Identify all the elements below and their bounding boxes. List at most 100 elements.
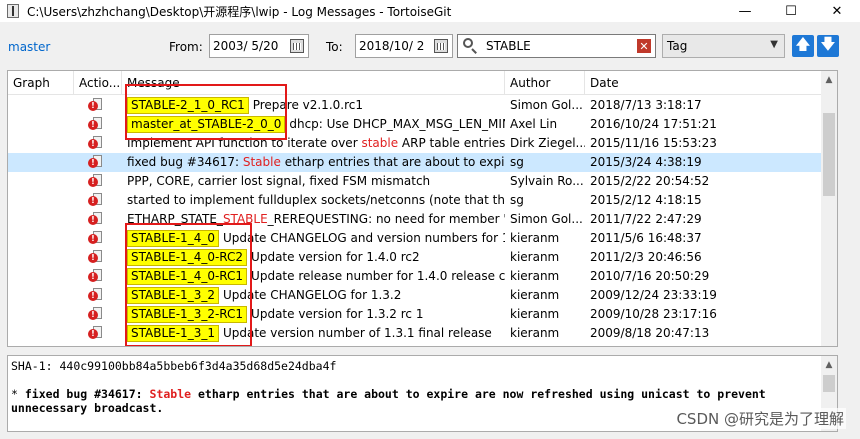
graph-cell [8, 267, 74, 286]
date-cell: 2015/2/22 20:54:52 [590, 174, 710, 188]
branch-link[interactable]: master [8, 40, 50, 54]
graph-cell [8, 324, 74, 343]
filter-field-select[interactable]: Tag ▼ [662, 34, 785, 58]
search-match: Stable [149, 387, 192, 401]
message-text: fixed bug #34617: [127, 155, 243, 169]
message-cell: STABLE-1_4_0-RC1 Update release number fo… [122, 267, 505, 286]
search-match: stable [361, 136, 399, 150]
message-line-2: unnecessary broadcast. [11, 401, 164, 415]
log-row[interactable]: ! PPP, CORE, carrier lost signal, fixed F… [8, 172, 822, 191]
log-row[interactable]: ! Implement API function to iterate over … [8, 134, 822, 153]
action-cell: ! [74, 191, 122, 210]
column-header-author[interactable]: Author [505, 71, 585, 95]
minimize-button[interactable]: — [722, 0, 768, 22]
from-label: From: [169, 40, 203, 54]
date-cell: 2010/7/16 20:50:29 [590, 269, 710, 283]
to-date-picker[interactable]: 2018/10/ 2 [355, 34, 453, 58]
maximize-button[interactable]: ☐ [768, 0, 814, 22]
message-text: dhcp: Use DHCP_MAX_MSG_LEN_MIN_R... [289, 117, 505, 131]
graph-cell [8, 172, 74, 191]
clear-search-icon[interactable]: ✕ [637, 39, 651, 53]
log-row[interactable]: ! STABLE-1_4_0-RC1 Update release number f… [8, 267, 822, 286]
arrow-down-button[interactable]: 🡇 [817, 35, 839, 57]
action-cell: ! [74, 172, 122, 191]
tag-label: STABLE-1_3_1 [127, 325, 219, 342]
graph-cell [8, 96, 74, 115]
log-row[interactable]: ! master_at_STABLE-2_0_0 dhcp: Use DHCP_MA… [8, 115, 822, 134]
message-cell: master_at_STABLE-2_0_0 dhcp: Use DHCP_MAX… [122, 115, 505, 134]
log-row[interactable]: ! STABLE-1_3_2-RC1 Update version for 1.3.… [8, 305, 822, 324]
arrow-up-button[interactable]: 🡅 [792, 35, 814, 57]
date-cell: 2009/12/24 23:33:19 [590, 288, 717, 302]
scrollbar-thumb[interactable] [823, 375, 835, 392]
search-input[interactable]: STABLE ✕ [457, 34, 656, 58]
date-cell: 2009/10/28 23:17:16 [590, 307, 717, 321]
date-cell: 2011/5/6 16:48:37 [590, 231, 702, 245]
author-cell: sg [510, 155, 524, 169]
date-cell: 2016/10/24 17:51:21 [590, 117, 717, 131]
author-cell: kieranm [510, 231, 560, 245]
scrollbar-thumb[interactable] [823, 113, 835, 196]
message-text: Prepare v2.1.0.rc1 [252, 98, 363, 112]
sha-value[interactable]: 440c99100bb84a5bbeb6f3d4a35d68d5e24dba4f [59, 359, 336, 373]
window-title: C:\Users\zhzhchang\Desktop\开源程序\lwip - L… [27, 4, 452, 19]
message-text: Update CHANGELOG for 1.3.2 [222, 288, 402, 302]
date-cell: 2018/7/13 3:18:17 [590, 98, 702, 112]
log-list-scrollbar[interactable]: ▲ [821, 71, 837, 346]
column-header-graph[interactable]: Graph [8, 71, 74, 95]
log-row[interactable]: ! STABLE-1_4_0-RC2 Update version for 1.4.… [8, 248, 822, 267]
log-row[interactable]: ! STABLE-1_3_1 Update version number of 1.… [8, 324, 822, 343]
close-button[interactable]: ✕ [814, 0, 860, 22]
message-cell: fixed bug #34617: Stable etharp entries … [122, 153, 505, 172]
calendar-icon[interactable] [434, 39, 448, 53]
chevron-down-icon: ▼ [770, 39, 778, 50]
author-cell: kieranm [510, 269, 560, 283]
search-match: STABLE [222, 212, 268, 226]
log-row[interactable]: ! fixed bug #34617: Stable etharp entries… [8, 153, 822, 172]
tag-label: STABLE-1_4_0 [127, 230, 219, 247]
log-row[interactable]: ! ETHARP_STATE_STABLE_REREQUESTING: no ne… [8, 210, 822, 229]
log-row[interactable]: ! STABLE-2_1_0_RC1 Prepare v2.1.0.rc1 Simon… [8, 96, 822, 115]
message-text: ETHARP_STATE_ [127, 212, 223, 226]
modified-file-icon: ! [88, 212, 103, 227]
column-header-actions[interactable]: Actio... [74, 71, 122, 95]
scroll-up-icon[interactable]: ▲ [821, 356, 837, 373]
tag-label: STABLE-1_3_2 [127, 287, 219, 304]
modified-file-icon: ! [88, 193, 103, 208]
message-text: _REREQUESTING: no need for member 'netif… [267, 212, 505, 226]
log-list-header: Graph Actio... Message Author Date [8, 71, 837, 95]
date-cell: 2009/8/18 20:47:13 [590, 326, 710, 340]
modified-file-icon: ! [88, 231, 103, 246]
filter-toolbar: master From: 2003/ 5/20 To: 2018/10/ 2 S… [0, 30, 860, 66]
graph-cell [8, 134, 74, 153]
modified-file-icon: ! [88, 136, 103, 151]
tag-label: STABLE-2_1_0_RC1 [127, 97, 249, 114]
graph-cell [8, 248, 74, 267]
to-date-value: 2018/10/ 2 [359, 39, 425, 53]
bug-ref: fixed bug #34617: [24, 387, 143, 401]
author-cell: kieranm [510, 326, 560, 340]
column-header-message[interactable]: Message [122, 71, 505, 95]
log-list[interactable]: Graph Actio... Message Author Date ! STAB… [7, 70, 838, 347]
calendar-icon[interactable] [290, 39, 304, 53]
action-cell: ! [74, 134, 122, 153]
message-text: Update version for 1.3.2 rc 1 [251, 307, 424, 321]
message-cell: STABLE-1_4_0-RC2 Update version for 1.4.0… [122, 248, 505, 267]
log-row[interactable]: ! STABLE-1_3_2 Update CHANGELOG for 1.3.2 k… [8, 286, 822, 305]
author-cell: Axel Lin [510, 117, 558, 131]
from-date-picker[interactable]: 2003/ 5/20 [209, 34, 309, 58]
log-row[interactable]: ! STABLE-1_4_0 Update CHANGELOG and versio… [8, 229, 822, 248]
message-cell: PPP, CORE, carrier lost signal, fixed FS… [122, 172, 505, 191]
modified-file-icon: ! [88, 269, 103, 284]
author-cell: Simon Gol... [510, 98, 583, 112]
modified-file-icon: ! [88, 288, 103, 303]
message-text: ARP table entries [398, 136, 505, 150]
scroll-up-icon[interactable]: ▲ [821, 71, 837, 88]
log-row[interactable]: ! started to implement fullduplex sockets… [8, 191, 822, 210]
message-cell: STABLE-1_3_2-RC1 Update version for 1.3.2… [122, 305, 505, 324]
message-line-1: * fixed bug #34617: Stable etharp entrie… [11, 387, 766, 401]
action-cell: ! [74, 96, 122, 115]
modified-file-icon: ! [88, 174, 103, 189]
message-cell: STABLE-1_3_2 Update CHANGELOG for 1.3.2 [122, 286, 505, 305]
column-header-date[interactable]: Date [585, 71, 822, 95]
